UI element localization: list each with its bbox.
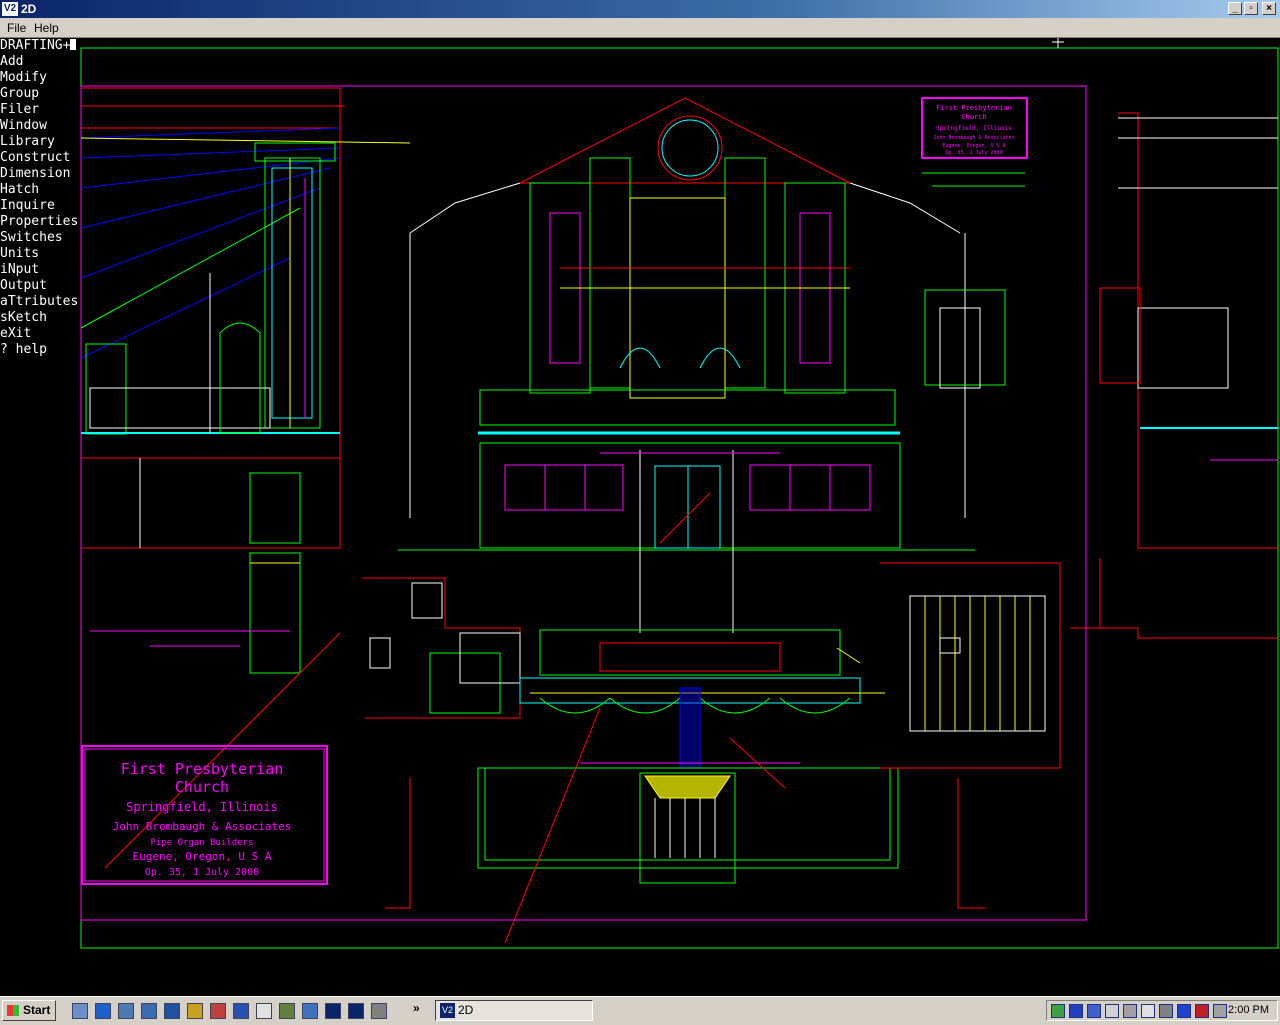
organ-elevation-view (398, 97, 1006, 633)
close-button[interactable]: × (1262, 2, 1276, 15)
word-processor-icon[interactable] (233, 1003, 249, 1019)
title-line: John Brombaugh & Associates (933, 135, 1014, 141)
title-line: Eugene, Oregon, U S A (132, 850, 271, 863)
system-tray: 2:00 PM (1046, 1000, 1278, 1021)
restore-button[interactable]: ▫ (1244, 2, 1258, 15)
explorer-icon[interactable] (141, 1003, 157, 1019)
tray-icon[interactable] (1177, 1004, 1191, 1018)
command-item-library[interactable]: Library (0, 134, 80, 150)
title-line: John Brombaugh & Associates (113, 820, 292, 833)
text-cursor (70, 39, 77, 50)
show-desktop-icon[interactable] (72, 1003, 88, 1019)
cad-window-icon: V2 (440, 1003, 455, 1018)
command-item-modify[interactable]: Modify (0, 70, 80, 86)
title-line: Pipe Organ Builders (151, 838, 254, 848)
window-title: 2D (21, 2, 37, 16)
title-line: Op. 35, 1 July 2000 (945, 150, 1002, 156)
command-menu-header: DRAFTING+ (0, 38, 80, 54)
minimize-button[interactable]: _ (1228, 2, 1242, 15)
command-item-properties[interactable]: Properties (0, 214, 80, 230)
tray-icon[interactable] (1195, 1004, 1209, 1018)
crosshair-cursor-icon (1052, 38, 1064, 48)
command-item-construct[interactable]: Construct (0, 150, 80, 166)
command-item-output[interactable]: Output (0, 278, 80, 294)
command-item-exit[interactable]: eXit (0, 326, 80, 342)
browser-icon[interactable] (95, 1003, 111, 1019)
tray-icon[interactable] (1123, 1004, 1137, 1018)
app-icon[interactable]: V2 (2, 2, 18, 16)
utility-icon[interactable] (371, 1003, 387, 1019)
title-line: First Presbyterian (121, 760, 284, 778)
title-bar[interactable]: V2 2D _ ▫ × (0, 0, 1280, 18)
command-item-input[interactable]: iNput (0, 262, 80, 278)
command-item-hatch[interactable]: Hatch (0, 182, 80, 198)
media-icon[interactable] (187, 1003, 203, 1019)
clock[interactable]: 2:00 PM (1228, 1004, 1269, 1016)
command-item-units[interactable]: Units (0, 246, 80, 262)
start-label: Start (23, 1003, 51, 1017)
speaker-icon[interactable] (1213, 1004, 1227, 1018)
command-item-attributes[interactable]: aTtributes (0, 294, 80, 310)
command-item-inquire[interactable]: Inquire (0, 198, 80, 214)
taskbar-item-2d[interactable]: V2 2D (435, 1000, 593, 1021)
network-icon[interactable] (118, 1003, 134, 1019)
title-line: Church (175, 778, 229, 796)
title-line: Eugene, Oregon, U S A (942, 143, 1005, 149)
tray-icon[interactable] (1069, 1004, 1083, 1018)
command-item-window[interactable]: Window (0, 118, 80, 134)
tray-icon[interactable] (1051, 1004, 1065, 1018)
title-block-large: First Presbyterian Church Springfield, I… (81, 745, 328, 885)
command-item-add[interactable]: Add (0, 54, 80, 70)
tray-icon[interactable] (1105, 1004, 1119, 1018)
windows-logo-icon (7, 1005, 19, 1016)
quicklaunch-chevron-icon[interactable]: » (413, 1001, 420, 1015)
plan-view (362, 562, 1061, 944)
document-icon[interactable] (256, 1003, 272, 1019)
cad-app-2-icon[interactable] (348, 1003, 364, 1019)
title-line: First Presbyterian (936, 104, 1012, 112)
start-button[interactable]: Start (2, 1000, 56, 1021)
command-item-dimension[interactable]: Dimension (0, 166, 80, 182)
menu-file[interactable]: File (7, 21, 26, 35)
command-item-switches[interactable]: Switches (0, 230, 80, 246)
title-line: Church (961, 113, 986, 121)
title-line: Op. 35, 1 July 2000 (145, 867, 259, 878)
title-block-small: First Presbyterian Church Springfield, I… (921, 97, 1028, 187)
search-icon[interactable] (302, 1003, 318, 1019)
drawing-border-inner (80, 85, 1087, 921)
cad-app-icon[interactable] (325, 1003, 341, 1019)
command-menu: DRAFTING+ Add Modify Group Filer Window … (0, 38, 80, 358)
right-section-view (1070, 112, 1278, 639)
command-item-help[interactable]: ? help (0, 342, 80, 358)
menu-bar: File Help (0, 18, 1280, 38)
tray-icon[interactable] (1159, 1004, 1173, 1018)
taskbar: Start » V2 2D 2:00 PM (0, 996, 1280, 1025)
command-item-group[interactable]: Group (0, 86, 80, 102)
tools-icon[interactable] (279, 1003, 295, 1019)
drawing-area[interactable]: First Presbyterian Church Springfield, I… (0, 38, 1280, 996)
title-line: Springfield, Illinois (126, 800, 278, 814)
command-item-sketch[interactable]: sKetch (0, 310, 80, 326)
command-item-filer[interactable]: Filer (0, 102, 80, 118)
player-icon[interactable] (210, 1003, 226, 1019)
cad-drawing-canvas[interactable]: First Presbyterian Church Springfield, I… (0, 38, 1280, 996)
taskbar-item-label: 2D (458, 1003, 474, 1017)
tray-icon[interactable] (1087, 1004, 1101, 1018)
mail-icon[interactable] (164, 1003, 180, 1019)
tray-icon[interactable] (1141, 1004, 1155, 1018)
left-section-view (80, 87, 411, 869)
menu-help[interactable]: Help (34, 21, 59, 35)
title-line: Springfield, Illinois (936, 125, 1012, 132)
